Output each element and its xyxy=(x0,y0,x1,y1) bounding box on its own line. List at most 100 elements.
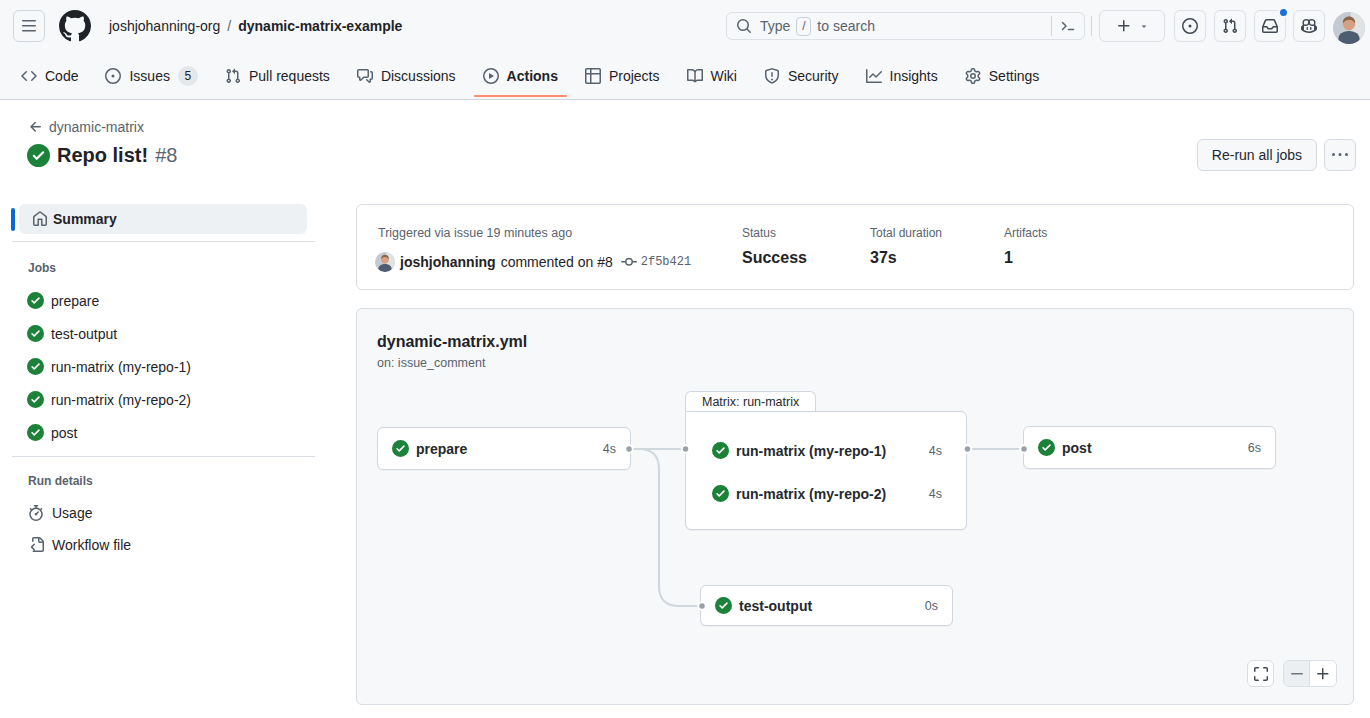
home-icon xyxy=(32,211,48,227)
sidebar-item-summary[interactable]: Summary xyxy=(19,204,307,234)
screen-full-icon xyxy=(1253,666,1269,682)
tab-wiki[interactable]: Wiki xyxy=(678,52,746,99)
tab-code[interactable]: Code xyxy=(12,52,87,99)
repo-nav: Code Issues 5 Pull requests Discussions … xyxy=(0,52,1370,99)
hamburger-menu-button[interactable] xyxy=(13,10,45,42)
search-placeholder: Type / to search xyxy=(760,17,875,36)
status-value: Success xyxy=(742,249,807,267)
actor-login[interactable]: joshjohanning xyxy=(400,254,496,270)
plus-icon xyxy=(1315,666,1331,682)
tab-label: Settings xyxy=(989,68,1040,84)
sidebar-item-usage[interactable]: Usage xyxy=(28,505,92,521)
check-circle-icon xyxy=(27,358,44,375)
gear-icon xyxy=(965,68,981,84)
user-avatar[interactable] xyxy=(1333,12,1365,44)
sidebar-job-test-output[interactable]: test-output xyxy=(27,325,117,342)
workflow-trigger: on: issue_comment xyxy=(377,356,485,370)
global-pull-requests-button[interactable] xyxy=(1214,10,1246,42)
run-title-row: Repo list! #8 xyxy=(27,144,177,167)
tab-label: Insights xyxy=(890,68,938,84)
job-label: run-matrix (my-repo-1) xyxy=(51,359,191,375)
search-icon xyxy=(736,18,752,34)
copilot-icon xyxy=(1301,18,1317,34)
breadcrumb: joshjohanning-org / dynamic-matrix-examp… xyxy=(109,0,402,52)
sidebar-job-run-matrix-2[interactable]: run-matrix (my-repo-2) xyxy=(27,391,191,408)
search-placeholder-prefix: Type xyxy=(760,18,790,34)
artifacts-value: 1 xyxy=(1004,249,1013,267)
tab-issues[interactable]: Issues 5 xyxy=(96,52,206,99)
back-link[interactable]: dynamic-matrix xyxy=(28,119,144,135)
tab-settings[interactable]: Settings xyxy=(956,52,1049,99)
tab-discussions[interactable]: Discussions xyxy=(348,52,465,99)
code-icon xyxy=(21,68,37,84)
tab-security[interactable]: Security xyxy=(755,52,848,99)
notification-dot xyxy=(1278,7,1289,18)
graph-icon xyxy=(866,68,882,84)
tab-label: Projects xyxy=(609,68,660,84)
global-issues-button[interactable] xyxy=(1174,10,1206,42)
node-duration: 4s xyxy=(929,444,942,458)
git-commit-icon xyxy=(621,254,637,270)
graph-node-post[interactable]: post 6s xyxy=(1023,426,1276,469)
github-logo-icon[interactable] xyxy=(59,10,91,42)
check-circle-icon xyxy=(27,325,44,342)
sidebar-item-label: Summary xyxy=(53,211,117,227)
sidebar-item-workflow-file[interactable]: Workflow file xyxy=(28,537,131,553)
tab-insights[interactable]: Insights xyxy=(857,52,947,99)
node-label: prepare xyxy=(416,441,467,457)
notifications-button[interactable] xyxy=(1254,10,1286,42)
book-icon xyxy=(687,68,703,84)
zoom-in-button[interactable] xyxy=(1310,661,1336,686)
sidebar-job-prepare[interactable]: prepare xyxy=(27,292,99,309)
breadcrumb-repo-link[interactable]: dynamic-matrix-example xyxy=(238,18,402,34)
graph-fullscreen-button[interactable] xyxy=(1247,660,1274,687)
search-inner-divider xyxy=(1051,16,1052,36)
actor-avatar[interactable] xyxy=(375,252,395,272)
rerun-all-jobs-button[interactable]: Re-run all jobs xyxy=(1197,139,1317,171)
table-icon xyxy=(585,68,601,84)
issues-counter: 5 xyxy=(178,66,198,86)
comment-discussion-icon xyxy=(357,68,373,84)
node-label: run-matrix (my-repo-2) xyxy=(736,486,886,502)
header-divider xyxy=(1091,16,1092,36)
plus-icon xyxy=(1116,18,1132,34)
search-placeholder-suffix: to search xyxy=(817,18,875,34)
app-header: joshjohanning-org / dynamic-matrix-examp… xyxy=(0,0,1370,100)
run-options-button[interactable] xyxy=(1324,139,1356,171)
play-icon xyxy=(483,68,499,84)
duration-label: Total duration xyxy=(870,226,942,240)
zoom-out-button[interactable] xyxy=(1284,661,1310,686)
check-circle-icon xyxy=(715,597,732,614)
matrix-group-tab: Matrix: run-matrix xyxy=(685,391,816,412)
sidebar-job-post[interactable]: post xyxy=(27,424,77,441)
workflow-graph-card: dynamic-matrix.yml on: issue_comment pre… xyxy=(356,308,1354,705)
graph-node-prepare[interactable]: prepare 4s xyxy=(377,427,631,470)
tab-pull-requests[interactable]: Pull requests xyxy=(216,52,339,99)
tab-actions[interactable]: Actions xyxy=(474,52,567,99)
git-pull-request-icon xyxy=(225,68,241,84)
actor-line: joshjohanning commented on #8 2f5b421 xyxy=(375,251,691,273)
job-label: test-output xyxy=(51,326,117,342)
graph-node-run-matrix-2[interactable]: run-matrix (my-repo-2) 4s xyxy=(686,472,968,515)
arrow-left-icon xyxy=(28,119,44,135)
global-search-input[interactable]: Type / to search xyxy=(726,12,1085,40)
check-circle-icon xyxy=(1038,439,1055,456)
node-label: post xyxy=(1062,440,1092,456)
tab-label: Security xyxy=(788,68,839,84)
status-label: Status xyxy=(742,226,776,240)
inbox-icon xyxy=(1262,18,1278,34)
graph-node-test-output[interactable]: test-output 0s xyxy=(700,585,953,626)
tab-projects[interactable]: Projects xyxy=(576,52,669,99)
duration-value: 37s xyxy=(870,249,897,267)
git-pull-request-icon xyxy=(1222,18,1238,34)
create-new-button[interactable] xyxy=(1099,10,1165,42)
breadcrumb-org-link[interactable]: joshjohanning-org xyxy=(109,18,220,34)
sidebar-job-run-matrix-1[interactable]: run-matrix (my-repo-1) xyxy=(27,358,191,375)
job-label: run-matrix (my-repo-2) xyxy=(51,392,191,408)
command-palette-icon[interactable] xyxy=(1060,18,1076,34)
copilot-button[interactable] xyxy=(1293,10,1325,42)
graph-node-run-matrix-1[interactable]: run-matrix (my-repo-1) 4s xyxy=(686,429,968,472)
job-label: prepare xyxy=(51,293,99,309)
shield-icon xyxy=(764,68,780,84)
commit-sha-link[interactable]: 2f5b421 xyxy=(641,255,691,269)
